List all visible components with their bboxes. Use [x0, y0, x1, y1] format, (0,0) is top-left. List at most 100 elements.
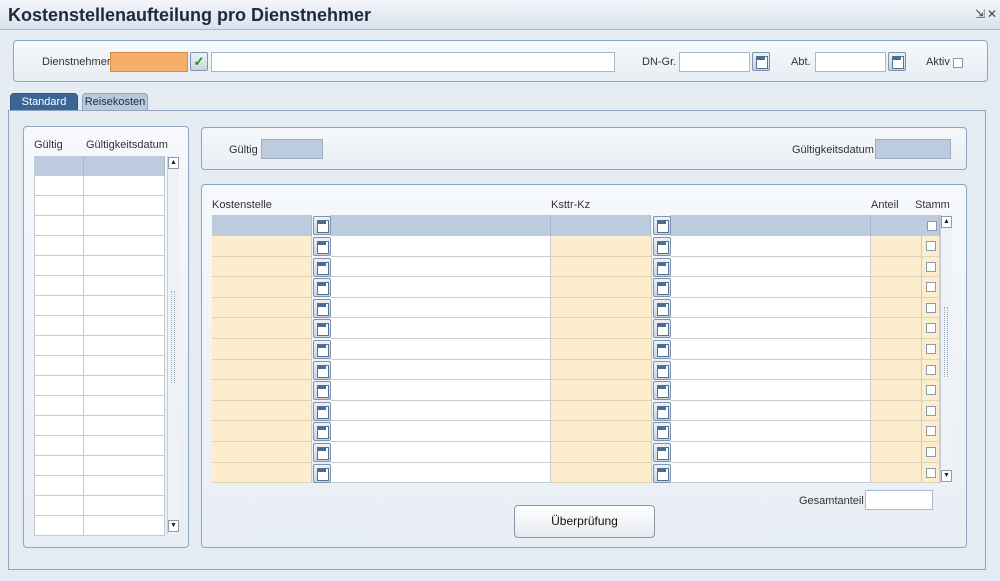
ksttr-lookup-icon[interactable]: [653, 258, 671, 277]
kostenstelle-code-cell[interactable]: [212, 277, 312, 298]
ksttr-code-cell[interactable]: [551, 442, 652, 463]
ksttr-lookup-icon[interactable]: [653, 381, 671, 400]
kostenstelle-code-cell[interactable]: [212, 442, 312, 463]
anteil-cell[interactable]: [871, 380, 922, 401]
ksttr-filter-lookup-icon[interactable]: [653, 216, 671, 235]
scroll-up-icon[interactable]: ▲: [941, 216, 952, 228]
stamm-header-checkbox[interactable]: [927, 221, 937, 231]
list-item-gueltig[interactable]: [34, 456, 84, 476]
scroll-up-icon[interactable]: ▲: [168, 157, 179, 169]
kostenstelle-lookup-icon[interactable]: [313, 381, 331, 400]
list-item-gueltig[interactable]: [34, 176, 84, 196]
list-item-gueltig[interactable]: [34, 336, 84, 356]
ksttr-name-cell[interactable]: [671, 236, 871, 257]
stamm-checkbox[interactable]: [926, 447, 936, 457]
ksttr-code-cell[interactable]: [551, 401, 652, 421]
kostenstelle-name-cell[interactable]: [331, 339, 551, 360]
anteil-cell[interactable]: [871, 257, 922, 277]
anteil-cell[interactable]: [871, 298, 922, 318]
list-item-gueltigkeitsdatum[interactable]: [84, 216, 165, 236]
kostenstelle-name-cell[interactable]: [331, 421, 551, 442]
anteil-cell[interactable]: [871, 236, 922, 257]
ksttr-code-cell[interactable]: [551, 463, 652, 483]
dn-gr-lookup-icon[interactable]: [752, 52, 770, 71]
ksttr-name-cell[interactable]: [671, 318, 871, 339]
ksttr-lookup-icon[interactable]: [653, 402, 671, 421]
anteil-cell[interactable]: [871, 277, 922, 298]
dn-gr-input[interactable]: [679, 52, 750, 72]
list-item-gueltigkeitsdatum[interactable]: [84, 316, 165, 336]
list-item-gueltigkeitsdatum[interactable]: [84, 416, 165, 436]
ksttr-lookup-icon[interactable]: [653, 319, 671, 338]
list-item-gueltigkeitsdatum[interactable]: [84, 516, 165, 536]
kostenstelle-name-cell[interactable]: [331, 463, 551, 483]
list-item-gueltig[interactable]: [34, 416, 84, 436]
confirm-check-icon[interactable]: ✓: [190, 52, 208, 71]
kostenstelle-lookup-icon[interactable]: [313, 237, 331, 256]
ksttr-code-cell[interactable]: [551, 380, 652, 401]
list-item-gueltig[interactable]: [34, 256, 84, 276]
ksttr-lookup-icon[interactable]: [653, 422, 671, 441]
list-item-gueltigkeitsdatum[interactable]: [84, 356, 165, 376]
list-item-gueltigkeitsdatum[interactable]: [84, 456, 165, 476]
kostenstelle-code-cell[interactable]: [212, 401, 312, 421]
kostenstelle-code-cell[interactable]: [212, 298, 312, 318]
list-item-gueltig[interactable]: [34, 296, 84, 316]
list-item-gueltig[interactable]: [34, 276, 84, 296]
list-item-gueltigkeitsdatum[interactable]: [84, 196, 165, 216]
kostenstelle-lookup-icon[interactable]: [313, 422, 331, 441]
ksttr-name-cell[interactable]: [671, 257, 871, 277]
scroll-down-icon[interactable]: ▼: [168, 520, 179, 532]
kostenstelle-lookup-icon[interactable]: [313, 278, 331, 297]
abt-lookup-icon[interactable]: [888, 52, 906, 71]
kostenstelle-lookup-icon[interactable]: [313, 319, 331, 338]
kostenstelle-name-cell[interactable]: [331, 236, 551, 257]
stamm-checkbox[interactable]: [926, 385, 936, 395]
kostenstelle-name-cell[interactable]: [331, 442, 551, 463]
ksttr-name-cell[interactable]: [671, 421, 871, 442]
anteil-cell[interactable]: [871, 360, 922, 380]
ksttr-code-cell[interactable]: [551, 339, 652, 360]
list-item-gueltigkeitsdatum[interactable]: [84, 276, 165, 296]
stamm-checkbox[interactable]: [926, 262, 936, 272]
list-item-gueltig[interactable]: [34, 216, 84, 236]
list-item-gueltigkeitsdatum[interactable]: [84, 256, 165, 276]
kostenstelle-name-cell[interactable]: [331, 401, 551, 421]
ksttr-name-cell[interactable]: [671, 339, 871, 360]
ksttr-name-cell[interactable]: [671, 463, 871, 483]
kostenstelle-name-cell[interactable]: [331, 277, 551, 298]
list-item-gueltig[interactable]: [34, 516, 84, 536]
kostenstelle-code-cell[interactable]: [212, 318, 312, 339]
aktiv-checkbox[interactable]: [953, 58, 963, 68]
list-item-gueltigkeitsdatum[interactable]: [84, 296, 165, 316]
stamm-checkbox[interactable]: [926, 468, 936, 478]
stamm-checkbox[interactable]: [926, 426, 936, 436]
ksttr-lookup-icon[interactable]: [653, 464, 671, 483]
list-item-gueltig[interactable]: [34, 356, 84, 376]
list-item-gueltig[interactable]: [34, 396, 84, 416]
anteil-cell[interactable]: [871, 442, 922, 463]
ksttr-name-cell[interactable]: [671, 401, 871, 421]
ksttr-lookup-icon[interactable]: [653, 361, 671, 380]
list-item-gueltig[interactable]: [34, 196, 84, 216]
anteil-cell[interactable]: [871, 421, 922, 442]
ksttr-code-cell[interactable]: [551, 257, 652, 277]
ksttr-lookup-icon[interactable]: [653, 299, 671, 318]
stamm-checkbox[interactable]: [926, 303, 936, 313]
stamm-checkbox[interactable]: [926, 323, 936, 333]
list-item-gueltig[interactable]: [34, 476, 84, 496]
ksttr-code-cell[interactable]: [551, 277, 652, 298]
list-item-gueltig[interactable]: [34, 236, 84, 256]
kostenstelle-code-cell[interactable]: [212, 360, 312, 380]
kostenstelle-name-cell[interactable]: [331, 298, 551, 318]
anteil-cell[interactable]: [871, 339, 922, 360]
list-item-gueltigkeitsdatum[interactable]: [84, 496, 165, 516]
scroll-down-icon[interactable]: ▼: [941, 470, 952, 482]
tab-standard[interactable]: Standard: [10, 93, 78, 111]
stamm-checkbox[interactable]: [926, 241, 936, 251]
list-item-gueltig[interactable]: [34, 376, 84, 396]
list-item-gueltigkeitsdatum[interactable]: [84, 176, 165, 196]
anteil-cell[interactable]: [871, 318, 922, 339]
ksttr-lookup-icon[interactable]: [653, 278, 671, 297]
kostenstelle-code-cell[interactable]: [212, 421, 312, 442]
